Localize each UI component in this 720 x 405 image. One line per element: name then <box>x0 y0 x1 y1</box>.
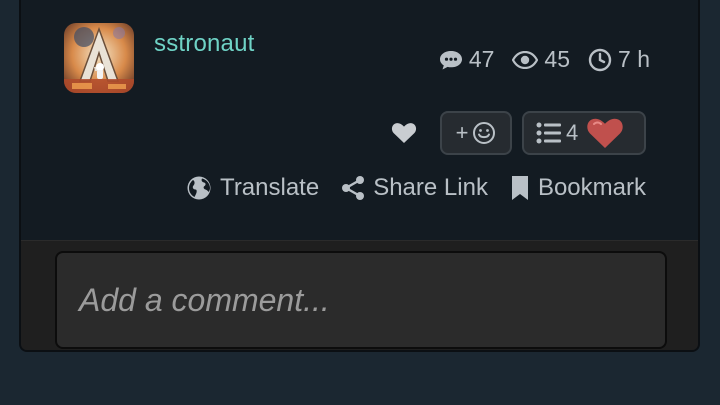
smiley-icon <box>473 122 496 144</box>
post-card: sstronaut 47 45 7 h + 4 Translate Share … <box>19 0 700 352</box>
eye-icon <box>512 50 539 69</box>
translate-label: Translate <box>220 174 320 201</box>
heart-icon <box>391 123 417 143</box>
replies-stat: 47 <box>439 46 495 73</box>
comment-input[interactable]: Add a comment... <box>55 251 667 349</box>
list-icon <box>536 122 561 144</box>
reactions-count: 4 <box>566 120 579 145</box>
like-button[interactable] <box>382 111 426 155</box>
username[interactable]: sstronaut <box>154 30 255 58</box>
bookmark-label: Bookmark <box>537 174 646 201</box>
post-actions: Translate Share Link Bookmark <box>186 174 646 202</box>
translate-button[interactable]: Translate <box>186 174 319 202</box>
comment-bubble-icon <box>439 50 462 69</box>
age-stat: 7 h <box>588 46 650 73</box>
astronaut-avatar-icon <box>64 23 134 93</box>
post-stats: 47 45 7 h <box>439 46 650 73</box>
avatar[interactable] <box>64 23 134 93</box>
bookmark-button[interactable]: Bookmark <box>510 174 646 202</box>
reactions-bar: + 4 <box>382 111 646 155</box>
comment-placeholder: Add a comment... <box>79 281 330 318</box>
heart-reaction-icon <box>587 118 623 148</box>
replies-count: 47 <box>468 46 495 72</box>
share-link-button[interactable]: Share Link <box>341 174 488 202</box>
reactions-list-button[interactable]: 4 <box>522 111 646 155</box>
share-icon <box>342 176 365 200</box>
add-reaction-plus: + <box>455 120 469 145</box>
comment-footer: Add a comment... <box>21 240 698 350</box>
views-count: 45 <box>544 46 571 72</box>
add-reaction-button[interactable]: + <box>440 111 512 155</box>
post-age: 7 h <box>618 46 650 72</box>
clock-icon <box>588 48 612 71</box>
globe-icon <box>187 176 211 200</box>
share-label: Share Link <box>373 174 488 201</box>
bookmark-icon <box>511 176 528 200</box>
views-stat: 45 <box>512 46 570 73</box>
